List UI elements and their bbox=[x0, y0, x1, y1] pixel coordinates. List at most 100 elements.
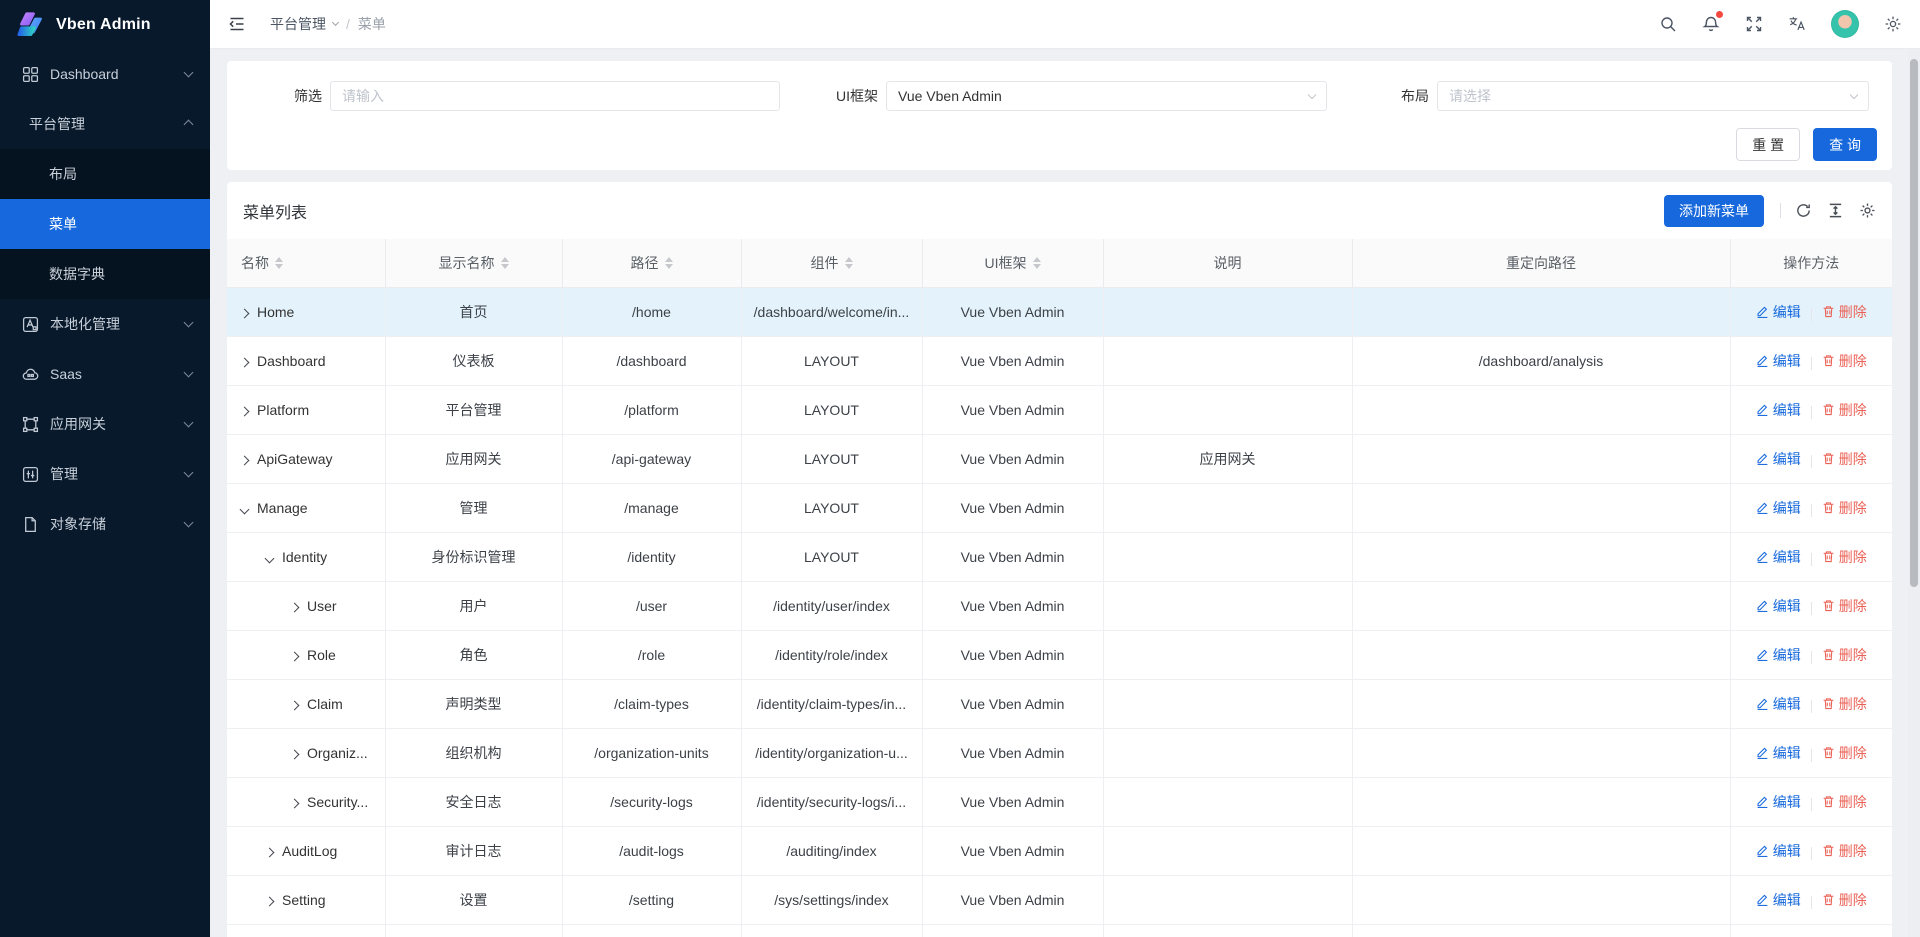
table-row[interactable]: Platform平台管理/platformLAYOUTVue Vben Admi… bbox=[227, 385, 1892, 434]
column-header[interactable]: 路径 bbox=[562, 239, 741, 287]
edit-button[interactable]: 编辑 bbox=[1756, 400, 1801, 420]
edit-button[interactable]: 编辑 bbox=[1756, 351, 1801, 371]
edit-button[interactable]: 编辑 bbox=[1756, 302, 1801, 322]
chevron-down-icon bbox=[184, 68, 194, 78]
delete-button[interactable]: 删除 bbox=[1822, 498, 1867, 518]
table-row[interactable]: Setting设置/setting/sys/settings/indexVue … bbox=[227, 875, 1892, 924]
refresh-icon[interactable] bbox=[1795, 202, 1812, 219]
search-icon[interactable] bbox=[1659, 15, 1677, 33]
menu-redirect bbox=[1352, 532, 1730, 581]
search-button[interactable]: 查 询 bbox=[1813, 128, 1877, 161]
expand-row-icon[interactable] bbox=[265, 896, 275, 906]
delete-button[interactable]: 删除 bbox=[1822, 547, 1867, 567]
sidebar-item-gateway[interactable]: 应用网关 bbox=[0, 399, 210, 449]
filter-layout-select[interactable]: 请选择 bbox=[1437, 81, 1869, 111]
sidebar-item-menu[interactable]: 菜单 bbox=[0, 199, 210, 249]
menu-component: LAYOUT bbox=[741, 336, 922, 385]
table-row[interactable]: Claim声明类型/claim-types/identity/claim-typ… bbox=[227, 679, 1892, 728]
sort-carets-icon[interactable] bbox=[501, 257, 509, 269]
delete-label: 删除 bbox=[1839, 449, 1867, 469]
table-row[interactable]: ApiGateway应用网关/api-gatewayLAYOUTVue Vben… bbox=[227, 434, 1892, 483]
table-row[interactable]: Security...安全日志/security-logs/identity/s… bbox=[227, 777, 1892, 826]
collapse-row-icon[interactable] bbox=[240, 504, 250, 514]
edit-button[interactable]: 编辑 bbox=[1756, 694, 1801, 714]
sort-carets-icon[interactable] bbox=[845, 257, 853, 269]
table-row[interactable]: AuditLog审计日志/audit-logs/auditing/indexVu… bbox=[227, 826, 1892, 875]
delete-button[interactable]: 删除 bbox=[1822, 694, 1867, 714]
sidebar-item-data-dictionary[interactable]: 数据字典 bbox=[0, 249, 210, 299]
sidebar-item-manage[interactable]: 管理 bbox=[0, 449, 210, 499]
row-height-icon[interactable] bbox=[1827, 202, 1844, 219]
expand-row-icon[interactable] bbox=[290, 798, 300, 808]
reset-button[interactable]: 重 置 bbox=[1736, 128, 1800, 161]
column-header[interactable]: UI框架 bbox=[922, 239, 1103, 287]
notifications-bell[interactable] bbox=[1702, 15, 1720, 33]
action-divider bbox=[1811, 749, 1812, 762]
translate-icon[interactable] bbox=[1788, 15, 1806, 33]
menu-path: /api-gateway bbox=[562, 434, 741, 483]
expand-row-icon[interactable] bbox=[290, 651, 300, 661]
delete-button[interactable]: 删除 bbox=[1822, 841, 1867, 861]
sidebar-item-platform[interactable]: 平台管理 bbox=[0, 99, 210, 149]
edit-button[interactable]: 编辑 bbox=[1756, 890, 1801, 910]
table-row[interactable]: Role角色/role/identity/role/indexVue Vben … bbox=[227, 630, 1892, 679]
column-header[interactable]: 名称 bbox=[227, 239, 385, 287]
expand-row-icon[interactable] bbox=[290, 602, 300, 612]
column-header[interactable]: 组件 bbox=[741, 239, 922, 287]
edit-button[interactable]: 编辑 bbox=[1756, 645, 1801, 665]
edit-button[interactable]: 编辑 bbox=[1756, 498, 1801, 518]
column-header[interactable]: 显示名称 bbox=[385, 239, 562, 287]
table-settings-gear-icon[interactable] bbox=[1859, 202, 1876, 219]
collapse-row-icon[interactable] bbox=[265, 553, 275, 563]
expand-row-icon[interactable] bbox=[240, 308, 250, 318]
app-logo[interactable]: Vben Admin bbox=[0, 0, 210, 49]
expand-row-icon[interactable] bbox=[265, 847, 275, 857]
expand-row-icon[interactable] bbox=[240, 406, 250, 416]
table-row[interactable]: User用户/user/identity/user/indexVue Vben … bbox=[227, 581, 1892, 630]
expand-row-icon[interactable] bbox=[240, 357, 250, 367]
sidebar-item-layout[interactable]: 布局 bbox=[0, 149, 210, 199]
vertical-scrollbar[interactable] bbox=[1908, 49, 1920, 937]
sidebar-item-saas[interactable]: Saas bbox=[0, 349, 210, 399]
expand-row-icon[interactable] bbox=[240, 455, 250, 465]
delete-button[interactable]: 删除 bbox=[1822, 743, 1867, 763]
delete-button[interactable]: 删除 bbox=[1822, 351, 1867, 371]
sort-carets-icon[interactable] bbox=[1033, 257, 1041, 269]
edit-button[interactable]: 编辑 bbox=[1756, 449, 1801, 469]
user-avatar[interactable] bbox=[1831, 10, 1859, 38]
delete-button[interactable]: 删除 bbox=[1822, 596, 1867, 616]
delete-button[interactable]: 删除 bbox=[1822, 890, 1867, 910]
table-row[interactable]: Manage管理/manageLAYOUTVue Vben Admin编辑删除 bbox=[227, 483, 1892, 532]
breadcrumb-section[interactable]: 平台管理 bbox=[270, 14, 338, 34]
delete-button[interactable]: 删除 bbox=[1822, 645, 1867, 665]
table-row[interactable]: Dashboard仪表板/dashboardLAYOUTVue Vben Adm… bbox=[227, 336, 1892, 385]
table-row[interactable]: Home首页/home/dashboard/welcome/in...Vue V… bbox=[227, 287, 1892, 336]
edit-button[interactable]: 编辑 bbox=[1756, 547, 1801, 567]
table-row[interactable]: Organiz...组织机构/organization-units/identi… bbox=[227, 728, 1892, 777]
delete-button[interactable]: 删除 bbox=[1822, 400, 1867, 420]
sidebar-item-localization[interactable]: 本地化管理 bbox=[0, 299, 210, 349]
settings-gear-icon[interactable] bbox=[1884, 15, 1902, 33]
scrollbar-thumb[interactable] bbox=[1910, 59, 1918, 587]
edit-pencil-icon bbox=[1756, 501, 1769, 514]
table-row[interactable] bbox=[227, 924, 1892, 937]
fullscreen-icon[interactable] bbox=[1745, 15, 1763, 33]
delete-button[interactable]: 删除 bbox=[1822, 449, 1867, 469]
sidebar-item-dashboard[interactable]: Dashboard bbox=[0, 49, 210, 99]
sort-carets-icon[interactable] bbox=[665, 257, 673, 269]
sort-carets-icon[interactable] bbox=[275, 257, 283, 269]
edit-button[interactable]: 编辑 bbox=[1756, 596, 1801, 616]
sidebar-item-object-storage[interactable]: 对象存储 bbox=[0, 499, 210, 549]
edit-button[interactable]: 编辑 bbox=[1756, 743, 1801, 763]
filter-framework-select[interactable]: Vue Vben Admin bbox=[886, 81, 1327, 111]
edit-button[interactable]: 编辑 bbox=[1756, 841, 1801, 861]
delete-button[interactable]: 删除 bbox=[1822, 792, 1867, 812]
add-menu-button[interactable]: 添加新菜单 bbox=[1664, 195, 1764, 227]
filter-keyword-input[interactable] bbox=[330, 81, 780, 111]
expand-row-icon[interactable] bbox=[290, 700, 300, 710]
delete-button[interactable]: 删除 bbox=[1822, 302, 1867, 322]
table-row[interactable]: Identity身份标识管理/identityLAYOUTVue Vben Ad… bbox=[227, 532, 1892, 581]
sidebar-fold-icon[interactable] bbox=[228, 15, 246, 33]
expand-row-icon[interactable] bbox=[290, 749, 300, 759]
edit-button[interactable]: 编辑 bbox=[1756, 792, 1801, 812]
